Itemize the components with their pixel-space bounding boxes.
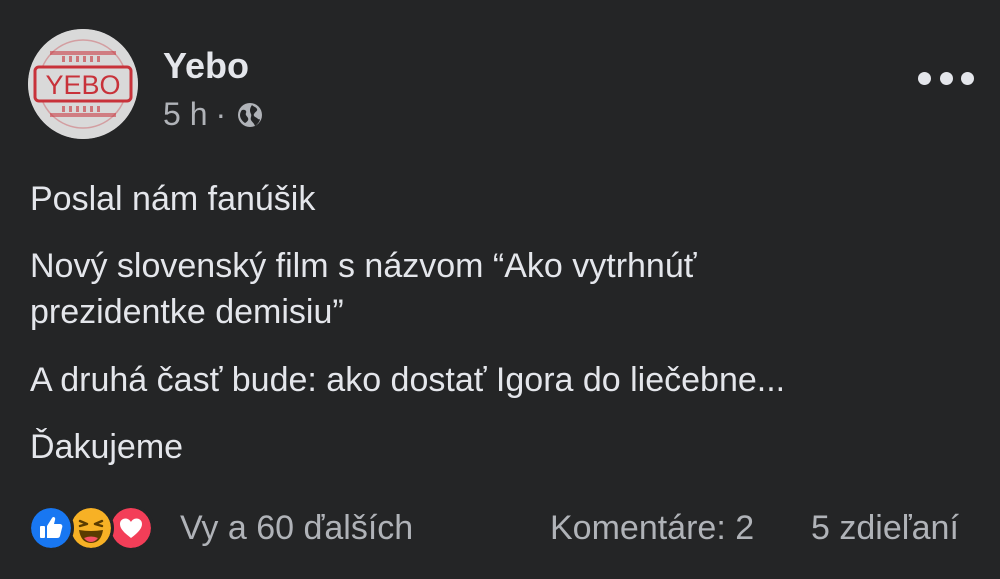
more-dot (939, 71, 953, 85)
page-avatar[interactable]: YEBO (28, 29, 138, 139)
like-icon (28, 505, 74, 551)
post-text-line-3: A druhá časť bude: ako dostať Igora do l… (30, 361, 786, 399)
love-icon (108, 505, 154, 551)
post-text-line-1: Poslal nám fanúšik (30, 180, 316, 218)
more-dot (961, 71, 974, 85)
globe-icon[interactable] (236, 100, 264, 128)
more-options-button[interactable] (918, 60, 974, 96)
reactions-count[interactable]: Vy a 60 ďalších (180, 506, 413, 550)
shares-count[interactable]: 5 zdieľaní (811, 506, 959, 550)
comments-count[interactable]: Komentáre: 2 (550, 506, 754, 550)
yebo-logo-icon: YEBO (28, 29, 138, 139)
svg-text:YEBO: YEBO (45, 70, 120, 100)
post-card: YEBO Yebo 5 h · Poslal nám fanúšik Nový … (0, 0, 1000, 579)
post-footer: Vy a 60 ďalších Komentáre: 2 5 zdieľaní (28, 503, 978, 553)
reaction-icons[interactable] (28, 505, 168, 551)
post-time[interactable]: 5 h (163, 96, 207, 133)
post-text-line-2: Nový slovenský film s názvom “Ako vytrhn… (30, 247, 697, 331)
page-name[interactable]: Yebo (163, 46, 249, 86)
post-text-line-4: Ďakujeme (30, 428, 184, 466)
haha-icon (68, 505, 114, 551)
more-horizontal-icon (918, 71, 931, 85)
post-meta: 5 h · (163, 94, 264, 134)
meta-separator: · (215, 95, 227, 132)
